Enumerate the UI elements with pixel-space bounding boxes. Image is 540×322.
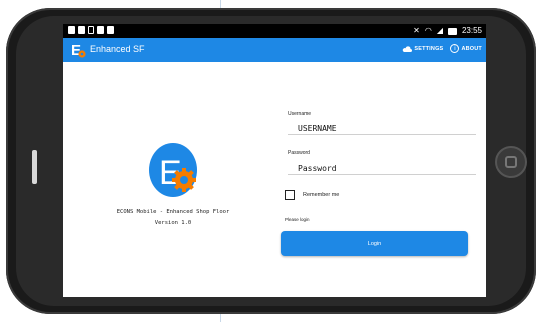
app-actions: SETTINGS i ABOUT xyxy=(402,44,482,53)
settings-button[interactable]: SETTINGS xyxy=(402,46,443,52)
notification-icon xyxy=(97,26,104,34)
cloud-icon xyxy=(403,45,413,52)
app-logo-icon: E xyxy=(71,42,86,59)
status-time: 23:55 xyxy=(461,26,482,35)
notification-icon xyxy=(107,26,114,34)
signal-icon: ◢ xyxy=(436,26,443,35)
wifi-icon: ◠ xyxy=(424,26,432,35)
login-message: Please login xyxy=(285,217,310,222)
settings-label: SETTINGS xyxy=(414,45,444,52)
econs-logo: E xyxy=(149,143,197,197)
about-button[interactable]: i ABOUT xyxy=(450,44,482,53)
notification-icon xyxy=(88,26,94,34)
remember-me-checkbox[interactable] xyxy=(285,190,295,200)
status-notifications xyxy=(68,26,114,34)
login-button-label: Login xyxy=(367,240,382,247)
username-input[interactable] xyxy=(288,122,476,135)
tablet-home-button[interactable] xyxy=(495,146,527,178)
status-bar: ✕ ◠ ◢ 23:55 xyxy=(63,24,486,38)
gear-icon xyxy=(172,168,196,192)
home-button-icon xyxy=(505,156,517,168)
tablet-side-slot xyxy=(32,150,37,184)
app-title: Enhanced SF xyxy=(90,44,145,54)
mute-icon: ✕ xyxy=(413,26,420,35)
app-caption: ECONS Mobile - Enhanced Shop Floor xyxy=(116,209,230,215)
remember-me-label: Remember me xyxy=(303,192,340,198)
app-version: Version 1.0 xyxy=(154,220,192,226)
app-screen: ✕ ◠ ◢ 23:55 E Enhanced SF SETTINGS i ABO… xyxy=(63,24,486,297)
battery-icon xyxy=(447,27,457,35)
about-label: ABOUT xyxy=(461,45,482,52)
info-icon: i xyxy=(450,44,460,53)
status-system-icons: ✕ ◠ ◢ 23:55 xyxy=(413,26,482,36)
notification-icon xyxy=(68,26,75,34)
notification-icon xyxy=(78,26,85,34)
username-label: Username xyxy=(288,111,312,117)
app-bar: E Enhanced SF SETTINGS i ABOUT xyxy=(63,38,486,62)
password-input[interactable] xyxy=(288,162,476,175)
login-button[interactable]: Login xyxy=(281,231,468,256)
password-label: Password xyxy=(288,150,310,156)
